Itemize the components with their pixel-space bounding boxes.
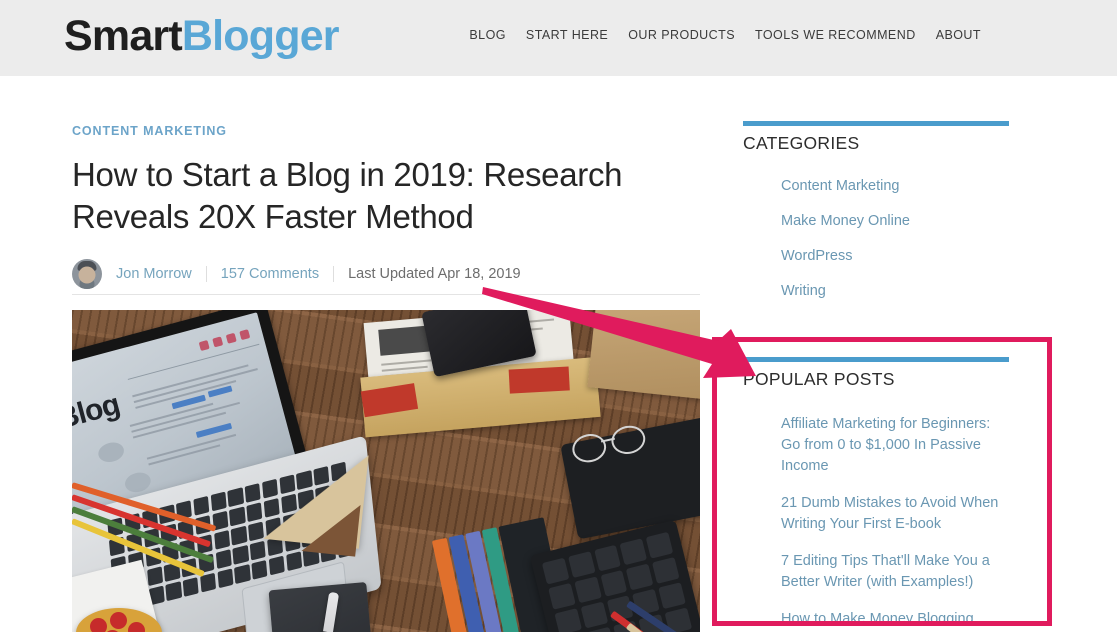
list-item: 21 Dumb Mistakes to Avoid When Writing Y… bbox=[781, 493, 1009, 535]
category-link-make-money-online[interactable]: Make Money Online bbox=[781, 211, 1009, 232]
popular-posts-list: Affiliate Marketing for Beginners: Go fr… bbox=[743, 414, 1009, 632]
paper-stack bbox=[360, 310, 623, 443]
screen-shape bbox=[96, 439, 127, 465]
list-item: Writing bbox=[781, 281, 1009, 302]
newspaper-line bbox=[381, 359, 432, 366]
main-navigation: BLOG START HERE OUR PRODUCTS TOOLS WE RE… bbox=[469, 28, 981, 42]
featured-image: Blog bbox=[72, 310, 700, 632]
byline-divider bbox=[72, 294, 700, 295]
screen-dot bbox=[212, 336, 224, 348]
category-link-wordpress[interactable]: WordPress bbox=[781, 246, 1009, 267]
site-header: SmartBlogger BLOG START HERE OUR PRODUCT… bbox=[0, 0, 1117, 76]
popular-post-link-3[interactable]: 7 Editing Tips That'll Make You a Better… bbox=[781, 551, 1009, 593]
categories-list: Content Marketing Make Money Online Word… bbox=[743, 176, 1009, 302]
nav-item-blog[interactable]: BLOG bbox=[469, 28, 506, 42]
envelope-label bbox=[360, 383, 419, 418]
envelope-label bbox=[508, 366, 570, 394]
categories-widget: CATEGORIES Content Marketing Make Money … bbox=[743, 121, 1009, 302]
categories-widget-title: CATEGORIES bbox=[743, 133, 860, 153]
newspaper-line bbox=[381, 365, 428, 372]
kraft-envelope bbox=[587, 310, 700, 401]
popular-post-link-4[interactable]: How to Make Money Blogging (Free Guide f… bbox=[781, 609, 1009, 632]
popular-post-link-2[interactable]: 21 Dumb Mistakes to Avoid When Writing Y… bbox=[781, 493, 1009, 535]
category-link-content-marketing[interactable]: Content Marketing bbox=[781, 176, 1009, 197]
screen-blog-word: Blog bbox=[72, 387, 123, 436]
strawberry bbox=[128, 622, 145, 632]
avatar bbox=[72, 259, 102, 289]
widget-accent-rule bbox=[743, 121, 1009, 126]
list-item: Content Marketing bbox=[781, 176, 1009, 197]
widget-accent-rule bbox=[743, 357, 1009, 362]
byline: Jon Morrow 157 Comments Last Updated Apr… bbox=[72, 256, 700, 292]
popular-posts-widget-title: POPULAR POSTS bbox=[743, 369, 895, 389]
byline-updated: Last Updated Apr 18, 2019 bbox=[333, 266, 535, 282]
page-root: SmartBlogger BLOG START HERE OUR PRODUCT… bbox=[0, 0, 1117, 632]
category-link-writing[interactable]: Writing bbox=[781, 281, 1009, 302]
triangle-ruler-cutout bbox=[301, 499, 361, 557]
list-item: Make Money Online bbox=[781, 211, 1009, 232]
list-item: 7 Editing Tips That'll Make You a Better… bbox=[781, 551, 1009, 593]
screen-text-line bbox=[132, 411, 227, 439]
nav-item-about[interactable]: ABOUT bbox=[936, 28, 981, 42]
logo-text-primary: Smart bbox=[64, 12, 183, 60]
screen-dot bbox=[198, 340, 210, 352]
strawberry bbox=[90, 618, 107, 632]
site-logo[interactable]: SmartBlogger bbox=[64, 11, 340, 61]
strawberry bbox=[110, 612, 127, 629]
list-item: WordPress bbox=[781, 246, 1009, 267]
screen-dot bbox=[239, 329, 251, 341]
article-category[interactable]: CONTENT MARKETING bbox=[72, 124, 700, 138]
popular-post-link-1[interactable]: Affiliate Marketing for Beginners: Go fr… bbox=[781, 414, 1009, 477]
nav-item-tools-we-recommend[interactable]: TOOLS WE RECOMMEND bbox=[755, 28, 916, 42]
colored-pencils bbox=[72, 478, 222, 577]
nav-item-our-products[interactable]: OUR PRODUCTS bbox=[628, 28, 735, 42]
screen-dot bbox=[225, 332, 237, 344]
nav-item-start-here[interactable]: START HERE bbox=[526, 28, 608, 42]
popular-posts-widget: POPULAR POSTS Affiliate Marketing for Be… bbox=[743, 357, 1009, 632]
byline-comments[interactable]: 157 Comments bbox=[205, 266, 333, 282]
page-title: How to Start a Blog in 2019: Research Re… bbox=[72, 156, 623, 235]
list-item: How to Make Money Blogging (Free Guide f… bbox=[781, 609, 1009, 632]
article-header: CONTENT MARKETING How to Start a Blog in… bbox=[72, 124, 700, 238]
logo-text-secondary: Blogger bbox=[181, 12, 340, 60]
screen-text-line bbox=[146, 433, 237, 460]
byline-author[interactable]: Jon Morrow bbox=[102, 266, 206, 282]
avatar-face bbox=[78, 266, 96, 284]
list-item: Affiliate Marketing for Beginners: Go fr… bbox=[781, 414, 1009, 477]
